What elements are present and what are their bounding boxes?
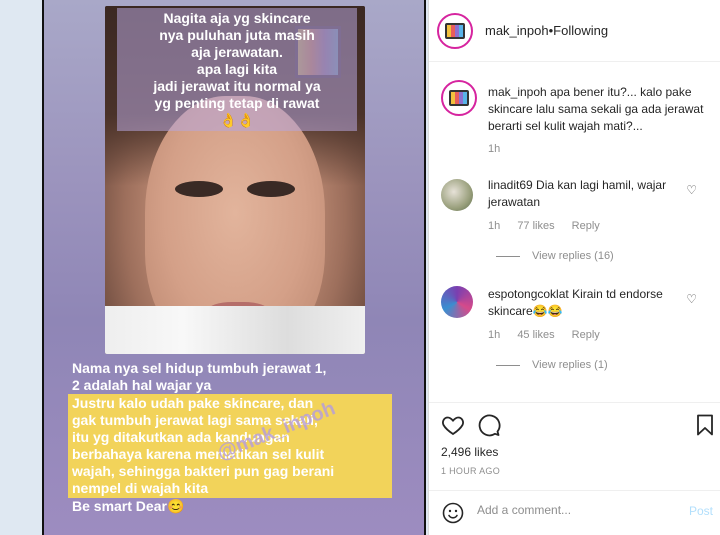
comment-likes[interactable]: 45 likes bbox=[517, 329, 554, 341]
comment-username[interactable]: espotongcoklat bbox=[488, 287, 569, 301]
post-panel: mak_inpoh • Following mak_inpoh apa bene… bbox=[428, 0, 720, 535]
body-line: 2 adalah hal wajar ya bbox=[72, 377, 212, 393]
view-replies-button[interactable]: View replies (1) bbox=[496, 359, 608, 371]
avatar[interactable] bbox=[441, 286, 473, 318]
body-line: Nama nya sel hidup tumbuh jerawat 1, bbox=[72, 360, 327, 376]
comment-item: espotongcoklat Kirain td endorse skincar… bbox=[437, 286, 713, 376]
caption-line: nya puluhan juta masih bbox=[159, 27, 315, 43]
post-header: mak_inpoh • Following bbox=[429, 0, 720, 62]
likes-count[interactable]: 2,496 likes bbox=[441, 445, 498, 459]
tv-logo-icon bbox=[445, 22, 465, 39]
comments-list[interactable]: mak_inpoh apa bener itu?... kalo pake sk… bbox=[429, 62, 720, 402]
post-image[interactable]: Nagita aja yg skincare nya puluhan juta … bbox=[42, 0, 426, 535]
avatar[interactable] bbox=[441, 80, 477, 116]
highlight-line: nempel di wajah kita bbox=[72, 480, 209, 496]
post-time: 1 HOUR AGO bbox=[441, 466, 501, 476]
add-comment-bar: Post bbox=[429, 490, 720, 535]
like-comment-icon[interactable]: ♡ bbox=[686, 292, 697, 306]
closing-line: Be smart Dear😊 bbox=[72, 498, 185, 514]
caption-line: aja jerawatan. bbox=[191, 44, 283, 60]
comment-icon[interactable] bbox=[477, 413, 501, 437]
ok-hand-emoji: 👌👌 bbox=[219, 112, 255, 128]
tv-logo-icon bbox=[449, 90, 469, 106]
post-button[interactable]: Post bbox=[689, 504, 713, 518]
post-caption: mak_inpoh apa bener itu?... kalo pake sk… bbox=[437, 80, 713, 160]
caption-line: Nagita aja yg skincare bbox=[163, 10, 311, 26]
comment-meta: 1h 45 likes Reply bbox=[488, 329, 614, 341]
following-button[interactable]: Following bbox=[553, 23, 608, 38]
comment-time: 1h bbox=[488, 220, 501, 232]
like-comment-icon[interactable]: ♡ bbox=[686, 183, 697, 197]
caption-line: apa lagi kita bbox=[196, 61, 278, 77]
story-top-caption: Nagita aja yg skincare nya puluhan juta … bbox=[117, 8, 357, 131]
caption-username[interactable]: mak_inpoh bbox=[488, 85, 547, 99]
comment-username[interactable]: linadit69 bbox=[488, 178, 533, 192]
caption-time: 1h bbox=[488, 143, 501, 155]
avatar[interactable] bbox=[441, 179, 473, 211]
comment-meta: 1h 77 likes Reply bbox=[488, 220, 614, 232]
comment-item: linadit69 Dia kan lagi hamil, wajar jera… bbox=[437, 177, 713, 267]
comment-input[interactable] bbox=[477, 503, 667, 517]
caption-line: yg penting tetap di rawat bbox=[154, 95, 320, 111]
action-bar: 2,496 likes 1 HOUR AGO bbox=[429, 402, 720, 490]
screenshot: Nagita aja yg skincare nya puluhan juta … bbox=[0, 0, 720, 535]
highlight-line: gak tumbuh jerawat lagi sama sekali, bbox=[72, 412, 318, 428]
highlight-line: wajah, sehingga bakteri pun gag berani bbox=[72, 463, 335, 479]
avatar[interactable] bbox=[437, 12, 473, 49]
comment-likes[interactable]: 77 likes bbox=[517, 220, 554, 232]
heart-icon[interactable] bbox=[441, 413, 465, 437]
highlight-line: Justru kalo udah pake skincare, dan bbox=[72, 395, 314, 411]
caption-line: jadi jerawat itu normal ya bbox=[153, 78, 321, 94]
bookmark-icon[interactable] bbox=[693, 413, 717, 437]
emoji-icon[interactable] bbox=[441, 501, 465, 525]
view-replies-button[interactable]: View replies (16) bbox=[496, 250, 614, 262]
header-username[interactable]: mak_inpoh bbox=[485, 23, 549, 38]
reply-button[interactable]: Reply bbox=[572, 220, 600, 232]
reply-button[interactable]: Reply bbox=[572, 329, 600, 341]
comment-time: 1h bbox=[488, 329, 501, 341]
